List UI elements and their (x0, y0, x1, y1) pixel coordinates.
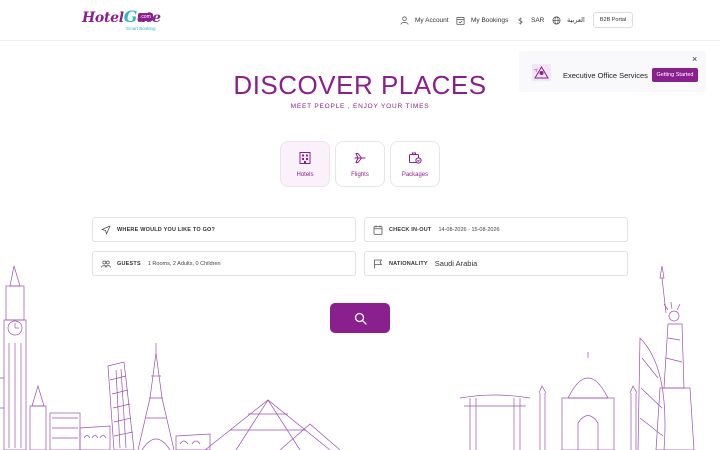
statue-of-liberty-drawing (655, 265, 695, 450)
close-icon[interactable]: × (692, 55, 697, 64)
checkin-value: 14-08-2026 - 15-08-2026 (438, 226, 500, 233)
user-icon (400, 16, 409, 25)
dollar-icon: $ (518, 16, 523, 25)
b2b-portal-button[interactable]: B2B Portal (593, 12, 633, 28)
plane-icon (354, 152, 366, 163)
globe-icon (552, 16, 561, 24)
pyramids-drawing (204, 399, 341, 450)
my-account-link[interactable]: My Account (400, 12, 449, 28)
destination-label: WHERE WOULD YOU LIKE TO GO? (117, 226, 216, 233)
site-header: HotelGate .com Smart Booking My Account … (0, 0, 720, 41)
big-ben-drawing (0, 265, 27, 450)
hotel-icon (299, 151, 311, 164)
my-bookings-link[interactable]: My Bookings (456, 12, 508, 28)
tab-flights[interactable]: Flights (335, 141, 385, 187)
church-tower-drawing (29, 384, 81, 450)
destination-field[interactable]: WHERE WOULD YOU LIKE TO GO? (92, 217, 356, 242)
logo-tagline: Smart Booking (126, 26, 156, 31)
hero-title: DISCOVER PLACES (233, 70, 487, 100)
logo-badge: .com (138, 13, 153, 21)
location-arrow-icon (101, 225, 111, 234)
svg-text:$: $ (518, 16, 523, 25)
language-selector[interactable]: العربية (552, 12, 585, 28)
burj-al-arab-drawing (637, 337, 666, 450)
taj-mahal-drawing (538, 352, 638, 450)
world-landmarks-illustration (0, 265, 695, 450)
tab-hotels[interactable]: Hotels (280, 141, 330, 187)
checkin-checkout-field[interactable]: CHECK IN-OUT 14-08-2026 - 15-08-2026 (364, 217, 628, 242)
site-logo[interactable]: HotelGate .com Smart Booking (82, 7, 161, 35)
tab-packages[interactable]: Packages (390, 141, 440, 187)
torii-gate-drawing (459, 394, 531, 450)
hero-subtitle: MEET PEOPLE , ENJOY YOUR TIMES (290, 103, 430, 110)
calendar-check-icon (456, 16, 465, 25)
currency-selector[interactable]: $ SAR (516, 12, 544, 28)
package-icon (409, 152, 422, 164)
arches-building-drawing (79, 425, 211, 450)
eiffel-tower-drawing (137, 343, 175, 450)
calendar-icon (373, 225, 383, 235)
checkin-label: CHECK IN-OUT (389, 226, 432, 233)
pisa-tower-drawing (107, 361, 135, 450)
